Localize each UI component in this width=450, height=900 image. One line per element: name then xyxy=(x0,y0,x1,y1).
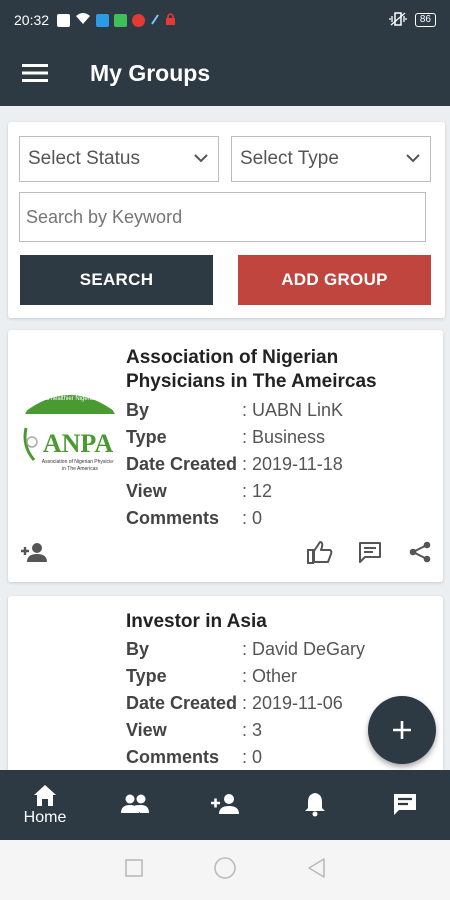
status-right: 86 xyxy=(389,11,436,29)
like-icon[interactable] xyxy=(306,538,334,566)
value-by: : David DeGary xyxy=(242,639,366,659)
add-group-button[interactable]: ADD GROUP xyxy=(238,255,431,305)
type-select-value: Select Type xyxy=(240,148,339,169)
home-circle-icon[interactable] xyxy=(213,856,237,885)
search-button[interactable]: SEARCH xyxy=(20,255,213,305)
logo-acronym: ANPA xyxy=(43,429,114,458)
group-card[interactable]: Investor in Asia By : David DeGary Type : … xyxy=(8,596,443,786)
pen-icon xyxy=(150,12,160,28)
info-row-type: Type : Other xyxy=(126,663,365,690)
value-type: : Other xyxy=(242,666,298,686)
add-fab-button[interactable] xyxy=(368,696,436,764)
share-icon[interactable] xyxy=(406,538,434,566)
chevron-down-icon xyxy=(192,149,210,173)
recent-apps-icon[interactable] xyxy=(124,858,144,883)
back-icon[interactable] xyxy=(306,857,326,884)
comment-icon[interactable] xyxy=(356,538,384,566)
value-date-created: : 2019-11-18 xyxy=(242,454,343,474)
status-bar: 20:32 86 xyxy=(0,0,450,40)
info-row-by: By : UABN LinK xyxy=(126,397,343,424)
info-row-date: Date Created: 2019-11-06 xyxy=(126,690,365,717)
info-row-date: Date Created: 2019-11-18 xyxy=(126,451,343,478)
info-row-by: By : David DeGary xyxy=(126,636,365,663)
lock-icon xyxy=(165,12,176,28)
app-icon-blue xyxy=(96,13,110,27)
plus-icon xyxy=(393,721,411,739)
app-bar: My Groups xyxy=(0,40,450,106)
info-row-view: View : 3 xyxy=(126,717,365,744)
value-type: : Business xyxy=(242,427,326,447)
chat-icon xyxy=(394,794,416,815)
label-comments: Comments xyxy=(126,747,220,767)
wifi-icon xyxy=(75,12,91,28)
status-time: 20:32 xyxy=(14,12,50,28)
app-icon-green xyxy=(114,13,128,27)
image-icon xyxy=(57,13,71,27)
type-select[interactable]: Select Type xyxy=(231,136,431,182)
system-navigation-bar xyxy=(0,840,450,900)
value-date-created: : 2019-11-06 xyxy=(242,693,343,713)
status-icons xyxy=(57,12,176,28)
group-title[interactable]: Association of Nigerian Physicians in Th… xyxy=(126,346,426,394)
add-person-icon xyxy=(211,794,239,814)
info-row-comments: Comments : 0 xyxy=(126,505,343,532)
bell-icon xyxy=(305,793,325,817)
label-view: View xyxy=(126,720,167,740)
value-by: : UABN LinK xyxy=(242,400,344,420)
label-date-created: Date Created xyxy=(126,454,238,474)
join-group-icon[interactable] xyxy=(20,538,48,566)
group-title[interactable]: Investor in Asia xyxy=(126,610,426,634)
logo-subtitle-2: in The Americas xyxy=(62,466,98,472)
label-by: By xyxy=(126,400,150,420)
nav-home-label: Home xyxy=(23,809,67,826)
group-info: By : David DeGary Type : Other Date Create… xyxy=(126,636,365,771)
label-date-created: Date Created xyxy=(126,693,238,713)
battery-indicator: 86 xyxy=(414,13,436,27)
groups-icon xyxy=(121,794,149,813)
status-select-value: Select Status xyxy=(28,148,140,169)
hamburger-menu-icon[interactable] xyxy=(0,40,70,106)
label-view: View xyxy=(126,481,167,501)
home-icon xyxy=(34,785,56,806)
logo-subtitle-1: Association of Nigerian Physicians xyxy=(42,459,119,465)
card-actions xyxy=(8,538,443,568)
label-type: Type xyxy=(126,666,167,686)
chevron-down-icon xyxy=(404,149,422,173)
nav-groups[interactable] xyxy=(90,770,180,840)
vibrate-icon xyxy=(389,11,407,29)
page-title: My Groups xyxy=(90,59,211,86)
nav-home[interactable]: Home xyxy=(0,770,90,840)
group-info: By : UABN LinK Type : Business Date Create… xyxy=(126,397,343,532)
value-comments: : 0 xyxy=(242,508,263,528)
youtube-icon xyxy=(132,13,146,27)
nav-messages[interactable] xyxy=(360,770,450,840)
search-input[interactable] xyxy=(19,192,426,242)
group-logo: a healthier Nigeria ANPA Association of … xyxy=(20,386,120,486)
info-row-comments: Comments : 0 xyxy=(126,744,365,771)
label-type: Type xyxy=(126,427,167,447)
bottom-navigation: Home xyxy=(0,770,450,840)
logo-tagline: a healthier Nigeria xyxy=(46,396,95,402)
group-card[interactable]: a healthier Nigeria ANPA Association of … xyxy=(8,330,443,582)
label-by: By xyxy=(126,639,150,659)
filter-panel: Select Status Select Type SEARCH ADD GRO… xyxy=(8,122,445,318)
value-comments: : 0 xyxy=(242,747,263,767)
info-row-type: Type : Business xyxy=(126,424,343,451)
status-select[interactable]: Select Status xyxy=(19,136,219,182)
nav-notifications[interactable] xyxy=(270,770,360,840)
info-row-view: View : 12 xyxy=(126,478,343,505)
value-view: : 12 xyxy=(242,481,273,501)
label-comments: Comments xyxy=(126,508,220,528)
value-view: : 3 xyxy=(242,720,263,740)
nav-add-person[interactable] xyxy=(180,770,270,840)
